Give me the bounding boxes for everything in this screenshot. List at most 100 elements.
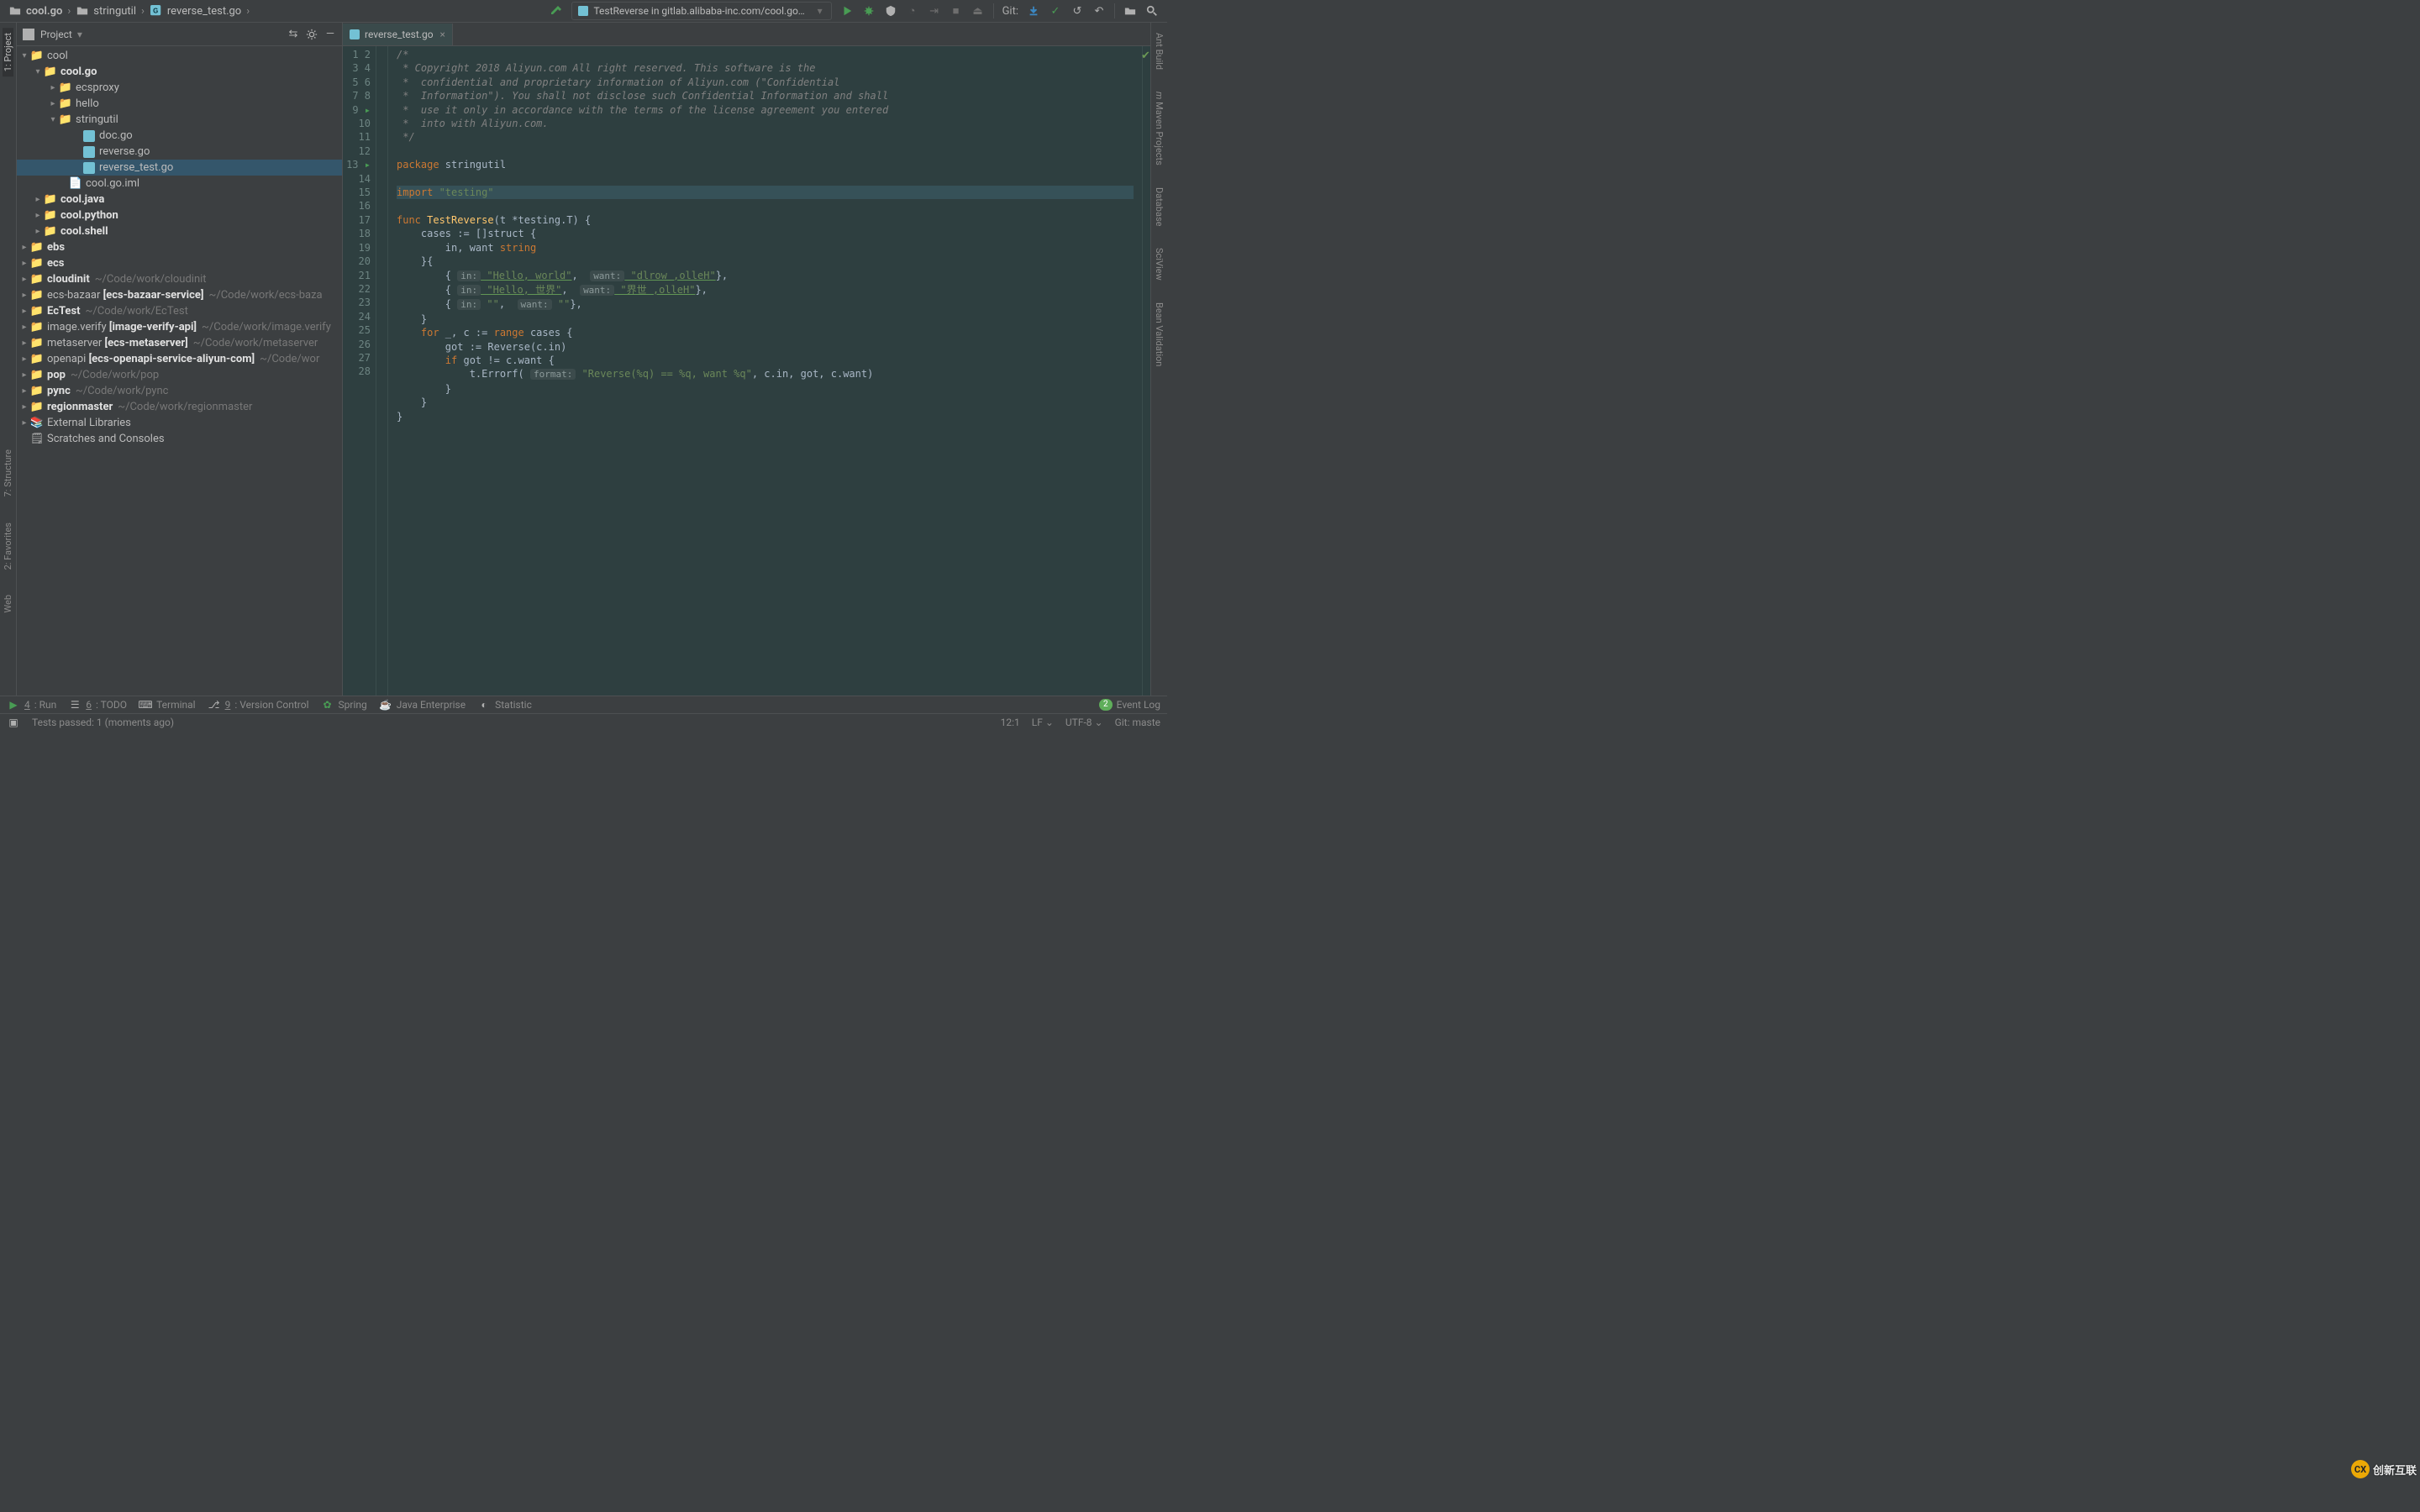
separator xyxy=(993,3,994,18)
exit-icon[interactable]: ⏏ xyxy=(971,4,985,18)
tree-node-coolpython[interactable]: 📁cool.python xyxy=(17,207,342,223)
tree-node-cloudinit[interactable]: 📁cloudinit~/Code/work/cloudinit xyxy=(17,271,342,287)
tab-ant[interactable]: Ant Build xyxy=(1154,28,1165,75)
attach-icon[interactable]: ⇥ xyxy=(928,4,941,18)
folder-icon xyxy=(8,4,22,18)
tab-label: reverse_test.go xyxy=(365,29,434,40)
title-bar: cool.go stringutil G reverse_test.go Tes… xyxy=(0,0,1167,23)
go-file-icon xyxy=(82,129,96,143)
tree-node-ecsproxy[interactable]: 📁ecsproxy xyxy=(17,80,342,96)
statistic-icon: ◐ xyxy=(477,698,491,711)
library-icon: 📚 xyxy=(30,417,44,430)
editor-tabs: reverse_test.go × xyxy=(343,23,1150,46)
tree-node-coolshell[interactable]: 📁cool.shell xyxy=(17,223,342,239)
folder-icon xyxy=(76,4,89,18)
tree-node-reversego[interactable]: reverse.go xyxy=(17,144,342,160)
git-pull-icon[interactable] xyxy=(1027,4,1040,18)
svg-text:G: G xyxy=(153,8,158,15)
tree-node-coolgo[interactable]: 📁cool.go xyxy=(17,64,342,80)
tw-statistic[interactable]: ◐Statistic xyxy=(477,698,532,711)
collapse-icon[interactable]: ⇆ xyxy=(287,28,300,41)
tree-node-cool[interactable]: 📁cool xyxy=(17,48,342,64)
folder-open-icon[interactable] xyxy=(1123,4,1137,18)
git-history-icon[interactable]: ↺ xyxy=(1071,4,1084,18)
coverage-icon[interactable] xyxy=(884,4,897,18)
go-file-icon xyxy=(350,29,360,39)
tw-vcs[interactable]: ⎇9: Version Control xyxy=(208,698,309,711)
git-branch[interactable]: Git: maste xyxy=(1115,717,1160,728)
vcs-icon: ⎇ xyxy=(208,698,221,711)
tree-node-pync[interactable]: 📁pync~/Code/work/pync xyxy=(17,383,342,399)
hammer-icon[interactable] xyxy=(550,4,563,18)
separator xyxy=(1114,3,1115,18)
tree-node-ecsbazaar[interactable]: 📁ecs-bazaar [ecs-bazaar-service]~/Code/w… xyxy=(17,287,342,303)
project-tree[interactable]: 📁cool 📁cool.go 📁ecsproxy 📁hello 📁stringu… xyxy=(17,46,342,696)
tab-database[interactable]: Database xyxy=(1154,182,1165,231)
tw-todo[interactable]: ☰6: TODO xyxy=(68,698,127,711)
git-commit-icon[interactable]: ✓ xyxy=(1049,4,1062,18)
watermark-text: 创新互联 xyxy=(2373,1462,2417,1478)
tree-node-imageverify[interactable]: 📁image.verify [image-verify-api]~/Code/w… xyxy=(17,319,342,335)
chevron-down-icon: ▾ xyxy=(814,4,826,18)
tw-run[interactable]: ▶4: 4: RunRun xyxy=(7,698,56,711)
tree-node-regionmaster[interactable]: 📁regionmaster~/Code/work/regionmaster xyxy=(17,399,342,415)
crumb-root[interactable]: cool.go xyxy=(8,4,62,18)
tool-windows-icon[interactable]: ▣ xyxy=(7,716,20,729)
search-icon[interactable] xyxy=(1145,4,1159,18)
tw-spring[interactable]: ✿Spring xyxy=(321,698,367,711)
line-separator[interactable]: LF ⌄ xyxy=(1032,717,1054,728)
go-test-icon xyxy=(577,4,589,18)
caret-position[interactable]: 12:1 xyxy=(1001,717,1020,728)
line-gutter: 1 2 3 4 5 6 7 8 9 ▸ 10 11 12 13 ▸ 14 15 … xyxy=(343,46,376,696)
error-stripe[interactable]: ✔ xyxy=(1142,46,1150,696)
tab-web[interactable]: Web xyxy=(3,590,13,618)
hide-icon[interactable]: — xyxy=(324,28,337,41)
tw-terminal[interactable]: ⌨Terminal xyxy=(139,698,196,711)
tree-node-ebs[interactable]: 📁ebs xyxy=(17,239,342,255)
tree-node-stringutil[interactable]: 📁stringutil xyxy=(17,112,342,128)
tree-node-openapi[interactable]: 📁openapi [ecs-openapi-service-aliyun-com… xyxy=(17,351,342,367)
javaee-icon: ☕ xyxy=(379,698,392,711)
profile-icon[interactable]: ◔ xyxy=(906,4,919,18)
tree-node-docgo[interactable]: doc.go xyxy=(17,128,342,144)
tree-node-external-libs[interactable]: 📚External Libraries xyxy=(17,415,342,431)
main-area: 1: Project 7: Structure 2: Favorites Web… xyxy=(0,23,1167,696)
fold-column[interactable] xyxy=(376,46,388,696)
tw-javaee[interactable]: ☕Java Enterprise xyxy=(379,698,466,711)
chevron-icon xyxy=(138,5,148,18)
debug-icon[interactable] xyxy=(862,4,876,18)
tree-node-ectest[interactable]: 📁EcTest~/Code/work/EcTest xyxy=(17,303,342,319)
tree-node-metaserver[interactable]: 📁metaserver [ecs-metaserver]~/Code/work/… xyxy=(17,335,342,351)
git-revert-icon[interactable]: ↶ xyxy=(1092,4,1106,18)
run-icon[interactable] xyxy=(840,4,854,18)
tab-project[interactable]: 1: Project xyxy=(3,28,13,76)
tree-node-pop[interactable]: 📁pop~/Code/work/pop xyxy=(17,367,342,383)
go-file-icon xyxy=(82,145,96,159)
tree-node-ecs[interactable]: 📁ecs xyxy=(17,255,342,271)
tab-maven[interactable]: m Maven Projects xyxy=(1154,87,1165,171)
project-panel-header: Project ▾ ⇆ — xyxy=(17,23,342,46)
stop-icon[interactable]: ■ xyxy=(950,4,963,18)
code-editor[interactable]: 1 2 3 4 5 6 7 8 9 ▸ 10 11 12 13 ▸ 14 15 … xyxy=(343,46,1150,696)
run-config-selector[interactable]: TestReverse in gitlab.alibaba-inc.com/co… xyxy=(571,2,832,20)
tab-bean[interactable]: Bean Validation xyxy=(1154,297,1165,371)
tree-node-scratches[interactable]: 🗒Scratches and Consoles xyxy=(17,431,342,447)
tw-event-log[interactable]: 2Event Log xyxy=(1099,699,1160,711)
tab-structure[interactable]: 7: Structure xyxy=(3,444,13,501)
close-icon[interactable]: × xyxy=(440,29,445,40)
crumb-folder[interactable]: stringutil xyxy=(76,4,136,18)
encoding[interactable]: UTF-8 ⌄ xyxy=(1065,717,1103,728)
editor-tab[interactable]: reverse_test.go × xyxy=(343,24,453,45)
breadcrumbs[interactable]: cool.go stringutil G reverse_test.go xyxy=(3,4,253,18)
tree-node-iml[interactable]: 📄cool.go.iml xyxy=(17,176,342,192)
tree-node-hello[interactable]: 📁hello xyxy=(17,96,342,112)
code-content[interactable]: /* * Copyright 2018 Aliyun.com All right… xyxy=(388,46,1142,696)
gear-icon[interactable] xyxy=(305,28,318,41)
event-badge: 2 xyxy=(1099,699,1113,711)
tree-node-reversetestgo[interactable]: reverse_test.go xyxy=(17,160,342,176)
crumb-file[interactable]: G reverse_test.go xyxy=(150,4,241,18)
module-icon: 📁 xyxy=(44,225,57,239)
tree-node-cooljava[interactable]: 📁cool.java xyxy=(17,192,342,207)
tab-favorites[interactable]: 2: Favorites xyxy=(3,517,13,575)
tab-sciview[interactable]: SciView xyxy=(1154,243,1165,286)
